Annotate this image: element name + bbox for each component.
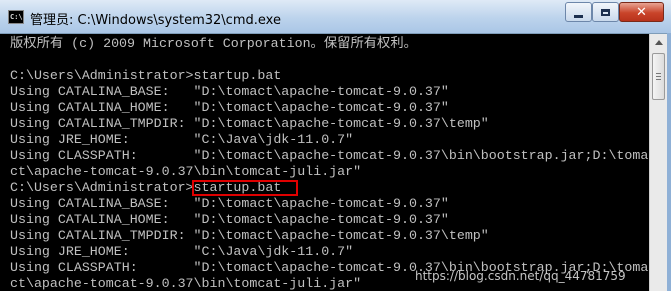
minimize-icon bbox=[574, 14, 583, 18]
chevron-up-icon bbox=[655, 40, 663, 45]
title-bar[interactable]: C:\ 管理员: C:\Windows\system32\cmd.exe ✕ bbox=[0, 0, 671, 34]
vertical-scrollbar[interactable] bbox=[649, 34, 668, 291]
window-title: 管理员: C:\Windows\system32\cmd.exe bbox=[30, 13, 281, 28]
console-line: Using JRE_HOME: "C:\Java\jdk-11.0.7" bbox=[10, 244, 354, 259]
grip-line bbox=[656, 79, 661, 80]
scrollbar-thumb[interactable] bbox=[652, 53, 665, 100]
console-output[interactable]: 版权所有 (c) 2009 Microsoft Corporation。保留所有… bbox=[4, 34, 649, 291]
console-line: Using CATALINA_BASE: "D:\tomact\apache-t… bbox=[10, 84, 449, 99]
maximize-button[interactable] bbox=[592, 2, 619, 22]
highlight-box bbox=[192, 180, 298, 196]
scroll-up-button[interactable] bbox=[650, 34, 668, 51]
grip-line bbox=[656, 73, 661, 74]
console-line: ct\apache-tomcat-9.0.37\bin\tomcat-juli.… bbox=[10, 164, 362, 179]
console-line: ct\apache-tomcat-9.0.37\bin\tomcat-juli.… bbox=[10, 276, 362, 291]
close-icon: ✕ bbox=[636, 4, 647, 20]
minimize-button[interactable] bbox=[565, 2, 592, 22]
console-line: Using CATALINA_TMPDIR: "D:\tomact\apache… bbox=[10, 228, 489, 243]
close-button[interactable]: ✕ bbox=[619, 2, 664, 22]
grip-line bbox=[656, 76, 661, 77]
cmd-window: C:\ 管理员: C:\Windows\system32\cmd.exe ✕ 版… bbox=[0, 0, 671, 291]
maximize-icon bbox=[601, 8, 610, 16]
console-line: Using CATALINA_BASE: "D:\tomact\apache-t… bbox=[10, 196, 449, 211]
console-line: Using CATALINA_HOME: "D:\tomact\apache-t… bbox=[10, 100, 449, 115]
cmd-app-icon[interactable]: C:\ bbox=[8, 10, 24, 24]
console-line: Using JRE_HOME: "C:\Java\jdk-11.0.7" bbox=[10, 132, 354, 147]
console-line: Using CATALINA_TMPDIR: "D:\tomact\apache… bbox=[10, 116, 489, 131]
console-line: Using CATALINA_HOME: "D:\tomact\apache-t… bbox=[10, 212, 449, 227]
console-line: Using CLASSPATH: "D:\tomact\apache-tomca… bbox=[10, 148, 649, 163]
window-border bbox=[667, 33, 671, 291]
cmd-icon-text: C:\ bbox=[10, 13, 23, 21]
console-line: 版权所有 (c) 2009 Microsoft Corporation。保留所有… bbox=[10, 36, 417, 51]
watermark: https://blog.csdn.net/qq_44781759 bbox=[415, 269, 626, 283]
console-line: C:\Users\Administrator>startup.bat bbox=[10, 68, 282, 83]
